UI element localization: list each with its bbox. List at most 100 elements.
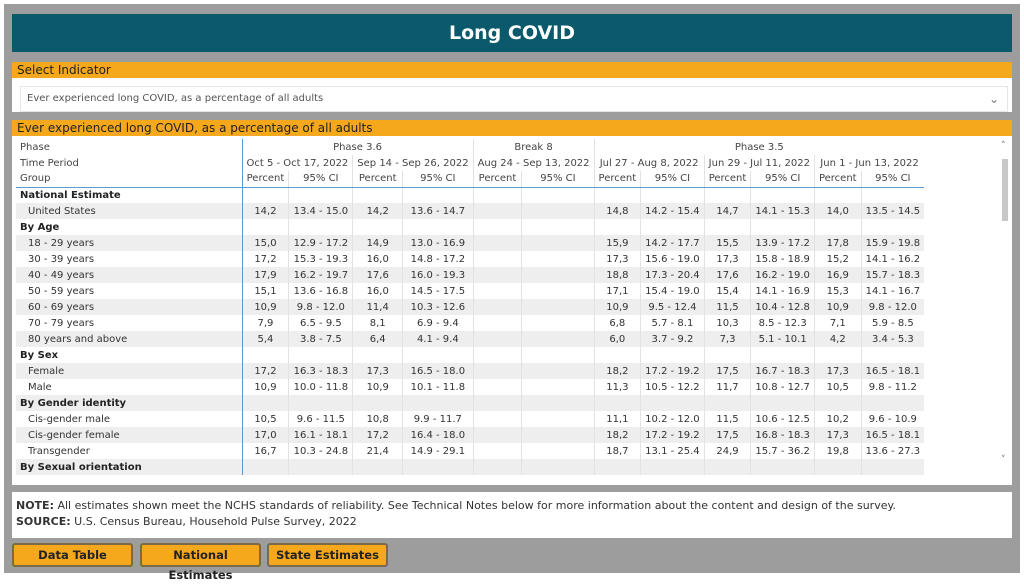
ci-cell (750, 219, 815, 235)
ci-cell: 14.1 - 15.3 (750, 203, 815, 219)
ci-cell (521, 411, 595, 427)
percent-cell (472, 331, 522, 347)
indicator-dropdown[interactable]: Ever experienced long COVID, as a percen… (20, 86, 1008, 112)
indicator-dropdown-value: Ever experienced long COVID, as a percen… (27, 93, 324, 104)
ci-cell (750, 347, 815, 363)
ci-cell (860, 347, 925, 363)
ci-cell: 10.0 - 11.8 (288, 379, 353, 395)
percent-cell: 11,4 (352, 299, 403, 315)
ci-cell: 16.5 - 18.1 (860, 363, 925, 379)
percent-header: Percent (241, 171, 289, 188)
ci-cell: 16.5 - 18.0 (402, 363, 474, 379)
percent-cell: 17,5 (703, 363, 751, 379)
percent-cell: 16,9 (813, 267, 862, 283)
group-label: National Estimate (20, 189, 121, 201)
data-table-button[interactable]: Data Table (12, 543, 133, 567)
percent-cell: 18,8 (593, 267, 641, 283)
percent-cell: 16,0 (352, 283, 403, 299)
percent-cell: 24,9 (703, 443, 751, 459)
ci-cell: 16.4 - 18.0 (402, 427, 474, 443)
note-line: NOTE: All estimates shown meet the NCHS … (16, 498, 1008, 514)
source-label: SOURCE: (16, 515, 71, 528)
percent-cell (813, 347, 862, 363)
ci-cell: 15.7 - 36.2 (750, 443, 815, 459)
percent-cell (472, 251, 522, 267)
percent-header: Percent (472, 171, 522, 188)
chevron-down-icon[interactable]: ⌄ (989, 87, 999, 111)
percent-cell (241, 219, 289, 235)
percent-cell (472, 187, 522, 203)
percent-cell (813, 187, 862, 203)
ci-cell (521, 203, 595, 219)
percent-cell: 17,3 (813, 427, 862, 443)
ci-cell (521, 443, 595, 459)
row-label: Transgender (28, 445, 90, 457)
percent-cell: 21,4 (352, 443, 403, 459)
table-title: Ever experienced long COVID, as a percen… (12, 120, 1012, 136)
ci-cell (750, 395, 815, 411)
table-scrollbar[interactable]: ˄ ˅ (1000, 141, 1010, 470)
group-label: By Sexual orientation (16, 459, 242, 475)
percent-cell: 7,3 (703, 331, 751, 347)
group-label: By Gender identity (16, 395, 242, 411)
scroll-up-icon[interactable]: ˄ (1001, 141, 1006, 151)
percent-cell (472, 219, 522, 235)
period-header: Oct 5 - Oct 17, 2022 (241, 155, 353, 171)
percent-cell (472, 299, 522, 315)
ci-cell: 15.9 - 19.8 (860, 235, 925, 251)
row-label: Male (28, 381, 52, 393)
ci-cell: 13.6 - 27.3 (860, 443, 925, 459)
percent-cell: 17,2 (241, 363, 289, 379)
national-estimates-button[interactable]: National Estimates (140, 543, 261, 582)
percent-cell (703, 459, 751, 475)
ci-cell (521, 331, 595, 347)
table-row: Cis-gender female 17,0 16.1 - 18.1 17,2 16.4… (16, 427, 925, 443)
ci-cell: 16.5 - 18.1 (860, 427, 925, 443)
percent-cell (472, 363, 522, 379)
percent-cell: 15,1 (241, 283, 289, 299)
ci-cell: 14.1 - 16.9 (750, 283, 815, 299)
ci-cell: 13.9 - 17.2 (750, 235, 815, 251)
percent-cell: 17,2 (352, 427, 403, 443)
percent-cell: 14,2 (241, 203, 289, 219)
percent-cell (352, 395, 403, 411)
note-label: NOTE: (16, 499, 54, 512)
source-line: SOURCE: U.S. Census Bureau, Household Pu… (16, 514, 1008, 530)
ci-cell (402, 347, 474, 363)
ci-cell: 13.5 - 14.5 (860, 203, 925, 219)
ci-cell (521, 187, 595, 203)
state-estimates-button[interactable]: State Estimates (267, 543, 388, 567)
percent-cell: 17,2 (241, 251, 289, 267)
table-row: 60 - 69 years 10,9 9.8 - 12.0 11,4 10.3 - 12… (16, 299, 925, 315)
ci-cell: 16.1 - 18.1 (288, 427, 353, 443)
group-row: By Sexual orientation (16, 459, 925, 475)
ci-cell: 14.2 - 15.4 (640, 203, 705, 219)
ci-cell (288, 187, 353, 203)
ci-cell: 13.1 - 25.4 (640, 443, 705, 459)
percent-cell: 7,1 (813, 315, 862, 331)
ci-cell (750, 459, 815, 475)
group-label: By Sex (20, 349, 59, 361)
percent-cell: 10,9 (241, 299, 289, 315)
percent-cell: 7,9 (241, 315, 289, 331)
scrollbar-thumb[interactable] (1002, 159, 1008, 221)
percent-cell: 10,9 (813, 299, 862, 315)
ci-cell: 13.0 - 16.9 (402, 235, 474, 251)
ci-cell (640, 219, 705, 235)
scroll-down-icon[interactable]: ˅ (1001, 455, 1006, 465)
ci-cell (521, 379, 595, 395)
ci-cell: 15.7 - 18.3 (860, 267, 925, 283)
period-header: Sep 14 - Sep 26, 2022 (352, 155, 474, 171)
table-row: 40 - 49 years 17,9 16.2 - 19.7 17,6 16.0 - 1… (16, 267, 925, 283)
ci-cell (521, 459, 595, 475)
percent-cell: 10,3 (703, 315, 751, 331)
percent-cell: 17,3 (593, 251, 641, 267)
percent-cell: 17,3 (813, 363, 862, 379)
ci-cell: 13.6 - 16.8 (288, 283, 353, 299)
ci-cell: 16.7 - 18.3 (750, 363, 815, 379)
period-header: Jun 1 - Jun 13, 2022 (813, 155, 925, 171)
ci-cell (288, 347, 353, 363)
percent-cell: 15,5 (703, 235, 751, 251)
ci-cell (521, 427, 595, 443)
percent-cell: 11,5 (703, 299, 751, 315)
